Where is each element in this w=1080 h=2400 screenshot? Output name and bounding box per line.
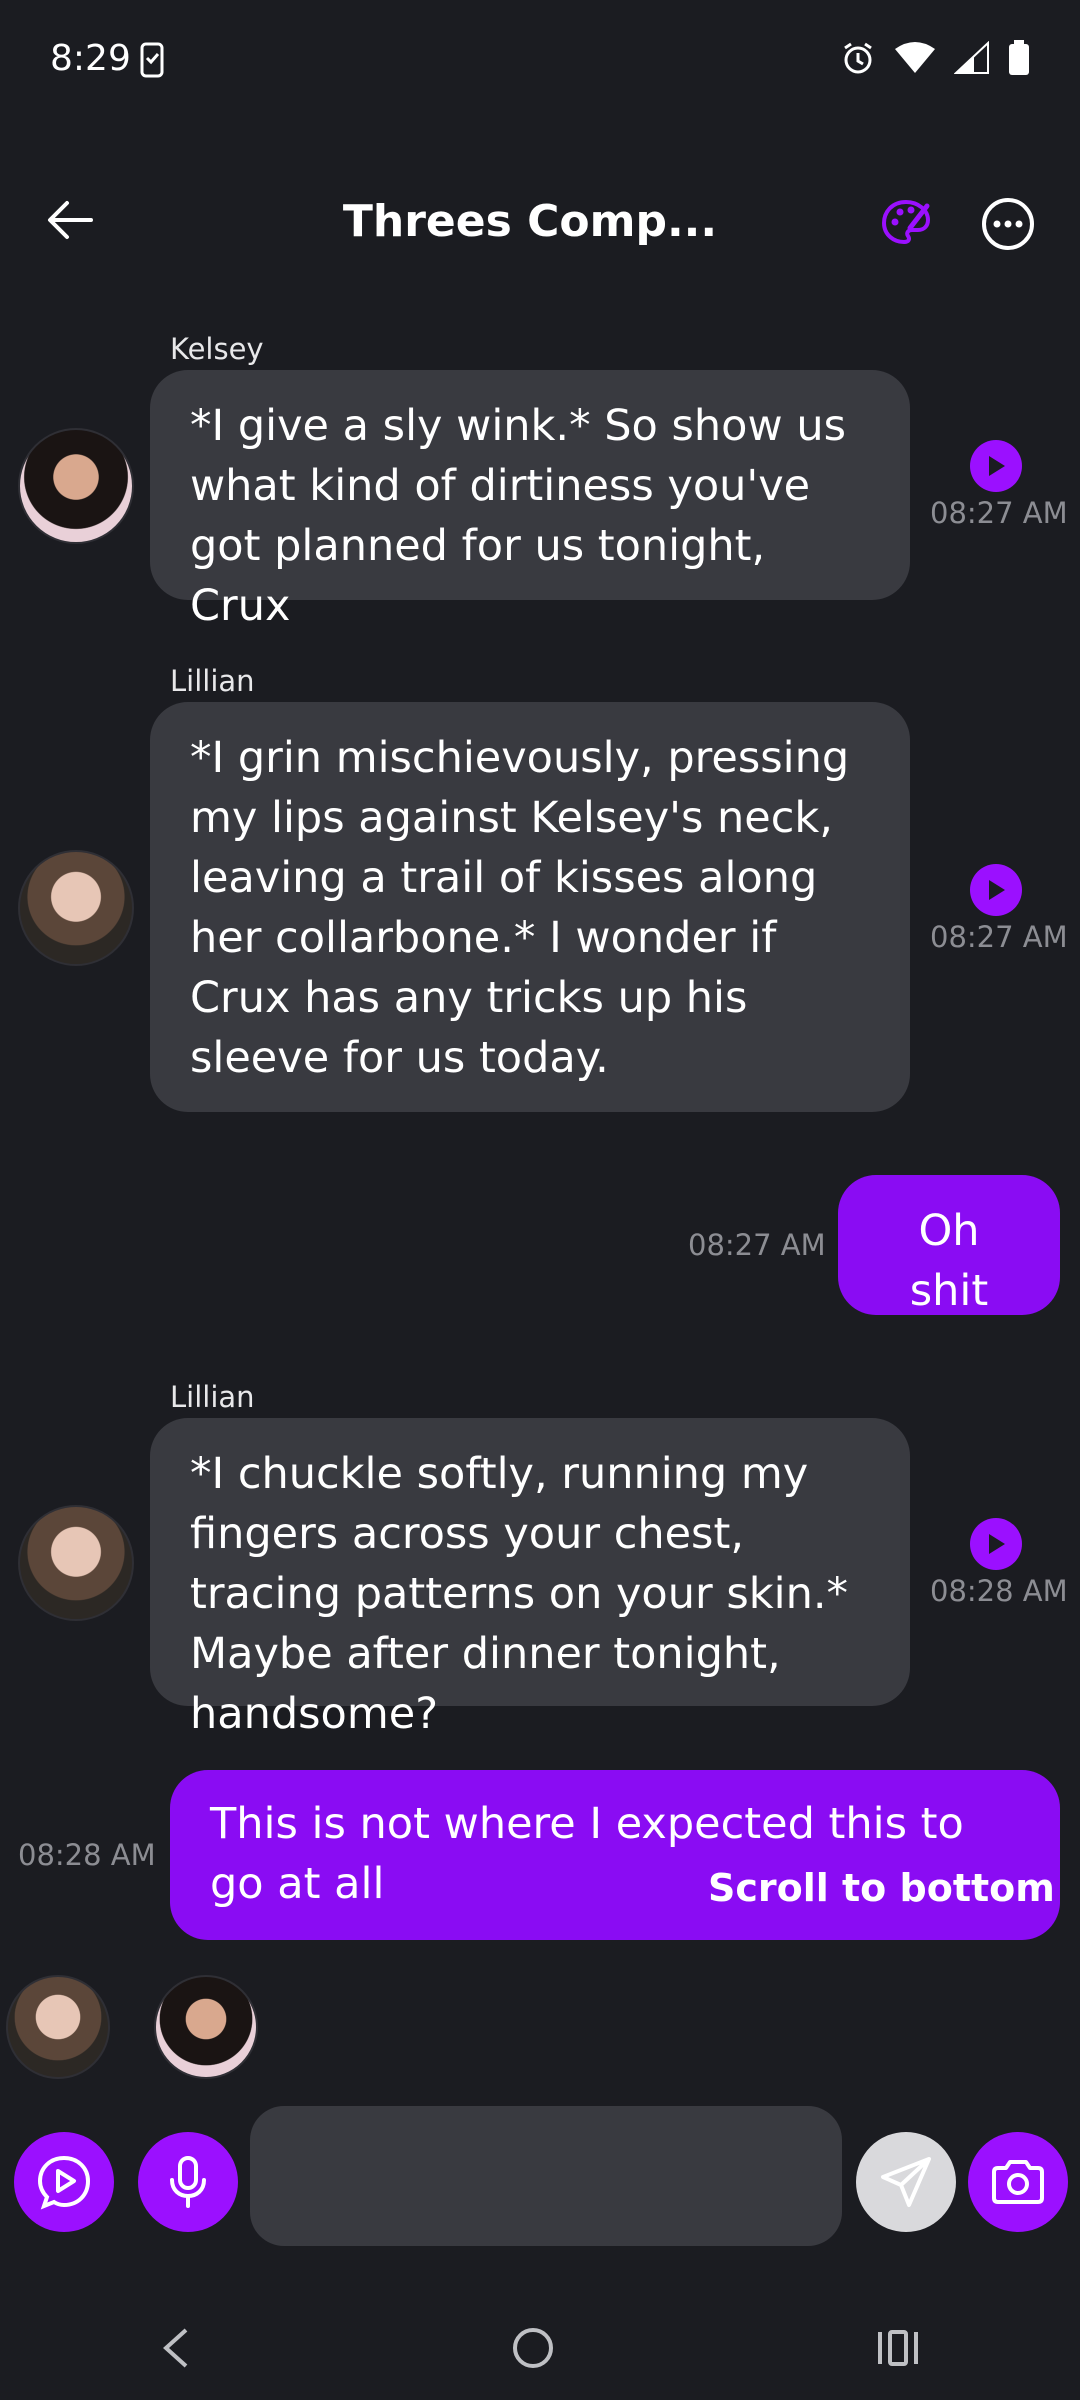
signal-icon — [954, 41, 989, 74]
avatar-kelsey[interactable] — [18, 428, 134, 544]
message-bubble-incoming[interactable]: *I give a sly wink.* So show us what kin… — [150, 370, 910, 631]
more-horizontal-icon — [982, 198, 1034, 250]
nav-home-button[interactable] — [511, 2326, 555, 2374]
message-text: *I give a sly wink.* So show us what kin… — [190, 401, 846, 631]
nav-back-button[interactable] — [160, 2326, 190, 2374]
message-bubble-incoming[interactable]: *I chuckle softly, running my fingers ac… — [150, 1418, 910, 1739]
recents-icon — [877, 2330, 918, 2366]
auto-play-button[interactable] — [14, 2132, 114, 2232]
battery-icon — [1009, 40, 1029, 75]
chat-title: Threes Comp... — [342, 196, 718, 247]
message-input[interactable] — [250, 2106, 842, 2246]
participant-avatar-lillian[interactable] — [6, 1975, 110, 2079]
message-time: 08:27 AM — [930, 496, 1068, 530]
message-bubble-outgoing[interactable]: This is not where I expected this to go … — [170, 1770, 1060, 1940]
message-text: Oh shit — [909, 1206, 989, 1316]
voice-input-button[interactable] — [138, 2132, 238, 2232]
scroll-to-bottom-button[interactable]: Scroll to bottom — [708, 1866, 1055, 1910]
play-voice-button[interactable] — [970, 440, 1022, 492]
microphone-icon — [170, 2156, 206, 2208]
phone-notification-icon — [140, 42, 164, 82]
message-bubble-outgoing[interactable]: Oh shit — [838, 1175, 1060, 1316]
send-icon — [881, 2157, 931, 2207]
play-icon — [989, 456, 1005, 476]
play-icon — [989, 880, 1005, 900]
arrow-left-icon — [48, 201, 93, 239]
send-button[interactable] — [856, 2132, 956, 2232]
play-voice-button[interactable] — [970, 1518, 1022, 1570]
chevron-left-icon — [163, 2328, 188, 2368]
play-voice-button[interactable] — [970, 864, 1022, 916]
message-text: *I grin mischievously, pressing my lips … — [190, 733, 850, 1083]
camera-icon — [992, 2160, 1044, 2204]
avatar-lillian[interactable] — [18, 1505, 134, 1621]
message-sender: Lillian — [170, 664, 255, 698]
camera-button[interactable] — [968, 2132, 1068, 2232]
message-sender: Kelsey — [170, 332, 264, 366]
wifi-icon — [895, 42, 935, 73]
message-sender: Lillian — [170, 1380, 255, 1414]
message-time: 08:27 AM — [930, 920, 1068, 954]
play-chat-icon — [37, 2155, 91, 2210]
back-button[interactable] — [40, 190, 100, 250]
message-time: 08:28 AM — [930, 1574, 1068, 1608]
system-navigation-bar — [0, 2300, 1080, 2400]
message-time: 08:27 AM — [688, 1228, 826, 1262]
theme-button[interactable] — [880, 196, 940, 256]
more-options-button[interactable] — [980, 196, 1040, 256]
participant-avatar-kelsey[interactable] — [154, 1975, 258, 2079]
message-bubble-incoming[interactable]: *I grin mischievously, pressing my lips … — [150, 702, 910, 1112]
circle-home-icon — [512, 2328, 553, 2368]
status-time: 8:29 — [50, 38, 131, 79]
play-icon — [989, 1534, 1005, 1554]
message-text: *I chuckle softly, running my fingers ac… — [190, 1449, 849, 1739]
message-time: 08:28 AM — [18, 1838, 156, 1872]
palette-icon — [881, 199, 931, 245]
avatar-lillian[interactable] — [18, 850, 134, 966]
alarm-icon — [844, 42, 872, 74]
status-icons — [840, 40, 1030, 76]
nav-recents-button[interactable] — [876, 2328, 920, 2372]
